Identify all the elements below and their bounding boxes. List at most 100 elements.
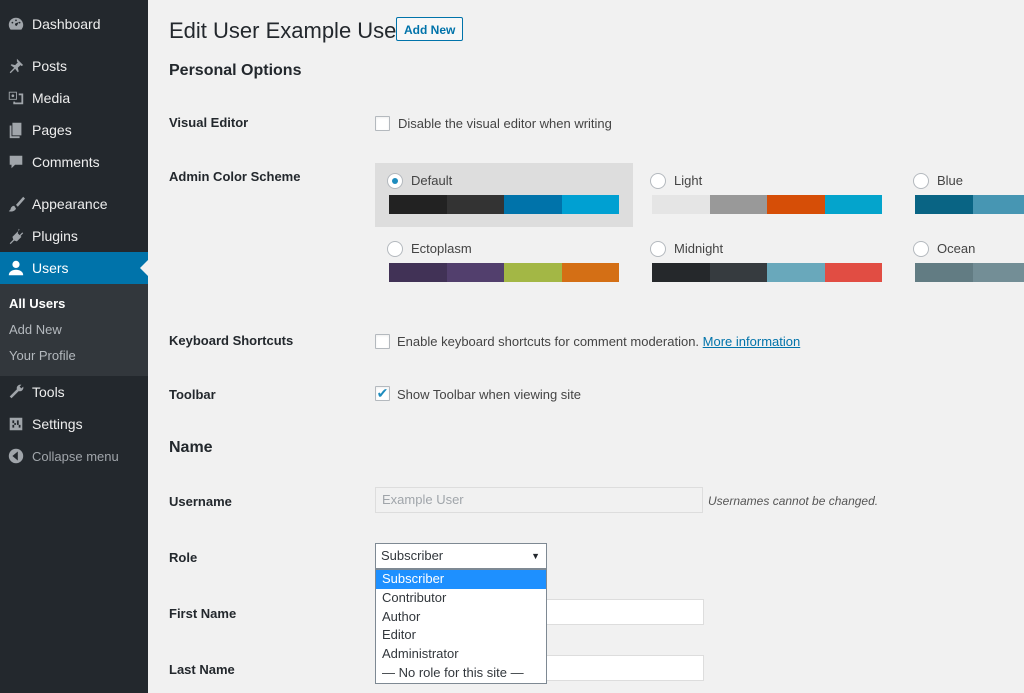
role-option-subscriber[interactable]: Subscriber bbox=[376, 570, 546, 589]
swatch bbox=[389, 195, 447, 214]
keyboard-shortcuts-checkbox-text: Enable keyboard shortcuts for comment mo… bbox=[397, 334, 700, 349]
collapse-menu-label: Collapse menu bbox=[32, 448, 119, 464]
username-field: Example User bbox=[375, 487, 703, 513]
role-label: Role bbox=[169, 550, 198, 565]
page-title: Edit User Example User bbox=[169, 18, 404, 43]
toolbar-checkbox[interactable]: ✔ bbox=[375, 386, 390, 401]
keyboard-shortcuts-checkbox[interactable] bbox=[375, 334, 390, 349]
checkmark-icon: ✔ bbox=[376, 385, 389, 401]
sidebar-item-appearance[interactable]: Appearance bbox=[0, 188, 148, 220]
submenu-item-add-new[interactable]: Add New bbox=[9, 322, 62, 337]
first-name-label: First Name bbox=[169, 606, 237, 621]
submenu-item-all-users[interactable]: All Users bbox=[9, 296, 65, 311]
color-scheme-radio[interactable] bbox=[650, 173, 666, 189]
role-option-contributor[interactable]: Contributor bbox=[376, 589, 546, 608]
visual-editor-label: Visual Editor bbox=[169, 115, 249, 130]
sidebar-item-label: Tools bbox=[32, 384, 65, 400]
swatch bbox=[504, 195, 562, 214]
main-content: Edit User Example User Add New Personal … bbox=[148, 0, 1024, 693]
swatch bbox=[389, 263, 447, 282]
swatch bbox=[561, 195, 619, 214]
radio-selected-dot bbox=[392, 178, 398, 184]
color-scheme-ocean[interactable]: Ocean bbox=[901, 231, 1024, 295]
wrench-icon bbox=[7, 383, 25, 401]
user-icon bbox=[7, 259, 25, 277]
color-scheme-radio[interactable] bbox=[913, 241, 929, 257]
role-select-value: Subscriber bbox=[381, 548, 444, 563]
sidebar-item-label: Settings bbox=[32, 416, 83, 432]
sidebar-item-dashboard[interactable]: Dashboard bbox=[0, 8, 148, 40]
sidebar-item-settings[interactable]: Settings bbox=[0, 408, 148, 440]
sidebar-item-plugins[interactable]: Plugins bbox=[0, 220, 148, 252]
role-option-author[interactable]: Author bbox=[376, 608, 546, 627]
submenu-item-your-profile[interactable]: Your Profile bbox=[9, 348, 76, 363]
pages-icon bbox=[7, 121, 25, 139]
sidebar-item-label: Users bbox=[32, 260, 69, 276]
color-swatches bbox=[652, 263, 882, 282]
plugin-icon bbox=[7, 227, 25, 245]
toolbar-label: Toolbar bbox=[169, 387, 216, 402]
role-select[interactable]: Subscriber ▼ bbox=[375, 543, 547, 569]
role-option-administrator[interactable]: Administrator bbox=[376, 645, 546, 664]
swatch bbox=[446, 263, 504, 282]
color-swatches bbox=[915, 263, 1024, 282]
color-scheme-ectoplasm[interactable]: Ectoplasm bbox=[375, 231, 633, 295]
sidebar-item-tools[interactable]: Tools bbox=[0, 376, 148, 408]
color-scheme-name: Ectoplasm bbox=[411, 241, 472, 256]
pin-icon bbox=[7, 57, 25, 75]
role-option-no-role[interactable]: — No role for this site — bbox=[376, 664, 546, 683]
color-scheme-name: Default bbox=[411, 173, 453, 188]
color-scheme-light[interactable]: Light bbox=[638, 163, 896, 227]
sidebar-item-users[interactable]: Users bbox=[0, 252, 148, 284]
swatch bbox=[767, 263, 825, 282]
personal-options-heading: Personal Options bbox=[169, 62, 302, 79]
color-scheme-radio[interactable] bbox=[913, 173, 929, 189]
color-scheme-radio[interactable] bbox=[650, 241, 666, 257]
keyboard-shortcuts-text: Enable keyboard shortcuts for comment mo… bbox=[397, 334, 800, 349]
color-scheme-name: Midnight bbox=[674, 241, 724, 256]
keyboard-shortcuts-label: Keyboard Shortcuts bbox=[169, 333, 294, 348]
sidebar-item-label: Appearance bbox=[32, 196, 108, 212]
color-scheme-default[interactable]: Default bbox=[375, 163, 633, 227]
swatch bbox=[561, 263, 619, 282]
collapse-icon bbox=[7, 447, 25, 465]
users-submenu: All Users Add New Your Profile bbox=[0, 284, 148, 376]
settings-icon bbox=[7, 415, 25, 433]
more-information-link[interactable]: More information bbox=[703, 334, 801, 349]
sidebar-item-posts[interactable]: Posts bbox=[0, 50, 148, 82]
color-scheme-name: Blue bbox=[937, 173, 964, 188]
swatch bbox=[767, 195, 825, 214]
color-scheme-blue[interactable]: Blue bbox=[901, 163, 1024, 227]
swatch bbox=[709, 195, 767, 214]
sidebar-item-label: Pages bbox=[32, 122, 72, 138]
dropdown-arrow-icon: ▼ bbox=[531, 551, 540, 561]
add-new-button[interactable]: Add New bbox=[396, 17, 464, 41]
swatch bbox=[709, 263, 767, 282]
brush-icon bbox=[7, 195, 25, 213]
color-scheme-radio[interactable] bbox=[387, 173, 403, 189]
color-scheme-name: Ocean bbox=[937, 241, 976, 256]
color-scheme-name: Light bbox=[674, 173, 703, 188]
sidebar-item-comments[interactable]: Comments bbox=[0, 146, 148, 178]
sidebar-item-label: Plugins bbox=[32, 228, 78, 244]
sidebar-item-pages[interactable]: Pages bbox=[0, 114, 148, 146]
visual-editor-checkbox-text: Disable the visual editor when writing bbox=[398, 116, 612, 131]
sidebar-item-media[interactable]: Media bbox=[0, 82, 148, 114]
comment-icon bbox=[7, 153, 25, 171]
last-name-field[interactable] bbox=[546, 655, 704, 681]
username-label: Username bbox=[169, 494, 232, 509]
username-description: Usernames cannot be changed. bbox=[708, 494, 879, 508]
visual-editor-checkbox[interactable] bbox=[375, 116, 390, 131]
color-scheme-radio[interactable] bbox=[387, 241, 403, 257]
role-option-editor[interactable]: Editor bbox=[376, 626, 546, 645]
swatch bbox=[824, 195, 882, 214]
sidebar-item-label: Dashboard bbox=[32, 16, 101, 32]
name-heading: Name bbox=[169, 439, 213, 456]
color-scheme-midnight[interactable]: Midnight bbox=[638, 231, 896, 295]
sidebar-item-label: Posts bbox=[32, 58, 68, 74]
color-swatches bbox=[652, 195, 882, 214]
color-swatches bbox=[389, 263, 619, 282]
collapse-menu-button[interactable]: Collapse menu bbox=[0, 440, 148, 472]
first-name-field[interactable] bbox=[546, 599, 704, 625]
media-icon bbox=[7, 89, 25, 107]
